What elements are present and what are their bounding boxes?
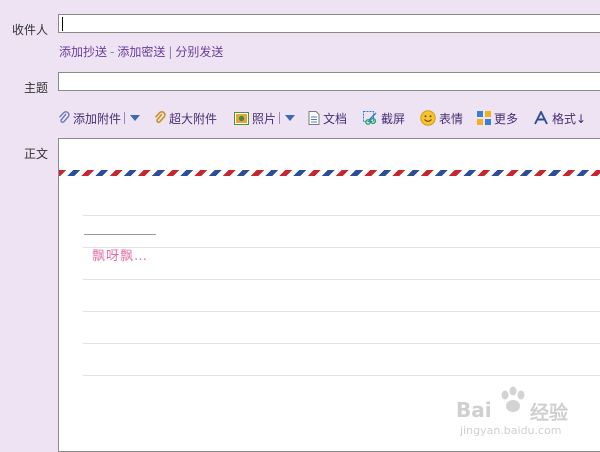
- watermark-url: jingyan.baidu.com: [460, 424, 562, 437]
- to-label: 收件人: [11, 23, 48, 37]
- screenshot-button[interactable]: 截屏: [363, 108, 405, 128]
- format-button[interactable]: 格式↓: [534, 108, 586, 128]
- smiley-icon: [420, 110, 436, 126]
- paw-logo-icon: [501, 386, 525, 412]
- more-button[interactable]: 更多: [477, 108, 518, 128]
- photo-button[interactable]: 照片: [234, 108, 298, 128]
- letter-line: [83, 343, 600, 344]
- emoji-button[interactable]: 表情: [420, 108, 463, 128]
- send-separately-link[interactable]: 分别发送: [175, 43, 223, 60]
- add-bcc-link[interactable]: 添加密送: [117, 43, 165, 60]
- watermark-brand-suffix: 经验: [530, 402, 569, 424]
- editor-toolbar: 添加附件 超大附件 照片 文档 截屏 表情 更多 格式↓: [58, 108, 600, 128]
- big-attach-label: 超大附件: [169, 111, 218, 126]
- paperclip-icon: [58, 111, 70, 123]
- photo-icon: [234, 111, 249, 125]
- subject-input[interactable]: [58, 72, 600, 91]
- grid-icon: [477, 111, 491, 125]
- emoji-label: 表情: [439, 111, 464, 126]
- document-icon: [308, 111, 320, 125]
- screenshot-label: 截屏: [381, 111, 406, 126]
- baidu-jingyan-watermark: Bai 经验 jingyan.baidu.com: [450, 386, 598, 446]
- airmail-border: [59, 170, 600, 176]
- separator-dash: -: [110, 45, 115, 59]
- separator-bar: |: [168, 45, 173, 59]
- chevron-down-icon[interactable]: [130, 114, 141, 122]
- body-label: 正文: [23, 147, 48, 161]
- big-attach-button[interactable]: 超大附件: [154, 108, 217, 128]
- watermark-brand: Bai: [456, 398, 492, 422]
- letter-line: [83, 247, 600, 248]
- photo-label: 照片: [252, 111, 277, 126]
- scissors-icon: [363, 111, 377, 125]
- document-button[interactable]: 文档: [308, 108, 347, 128]
- letter-line: [83, 375, 600, 376]
- subject-label: 主题: [23, 81, 48, 95]
- letter-line: [83, 311, 600, 312]
- document-label: 文档: [323, 111, 348, 126]
- attach-button[interactable]: 添加附件: [58, 108, 143, 128]
- format-label: 格式↓: [552, 111, 587, 126]
- paperclip-gold-icon: [154, 111, 166, 124]
- letter-line: [83, 279, 600, 280]
- signature-text: 飘呀飘…: [92, 249, 149, 264]
- signature-separator: [84, 234, 156, 235]
- add-cc-link[interactable]: 添加抄送: [59, 43, 107, 60]
- more-label: 更多: [494, 111, 519, 126]
- recipient-options: 添加抄送 - 添加密送 | 分别发送: [59, 43, 223, 60]
- font-format-icon: [534, 111, 548, 125]
- letter-line: [83, 215, 600, 216]
- attach-label: 添加附件: [73, 111, 122, 126]
- toolbar-divider: [124, 112, 126, 124]
- to-input[interactable]: [58, 14, 600, 33]
- chevron-down-icon[interactable]: [285, 114, 296, 122]
- text-caret: [62, 17, 63, 31]
- toolbar-divider: [279, 112, 281, 124]
